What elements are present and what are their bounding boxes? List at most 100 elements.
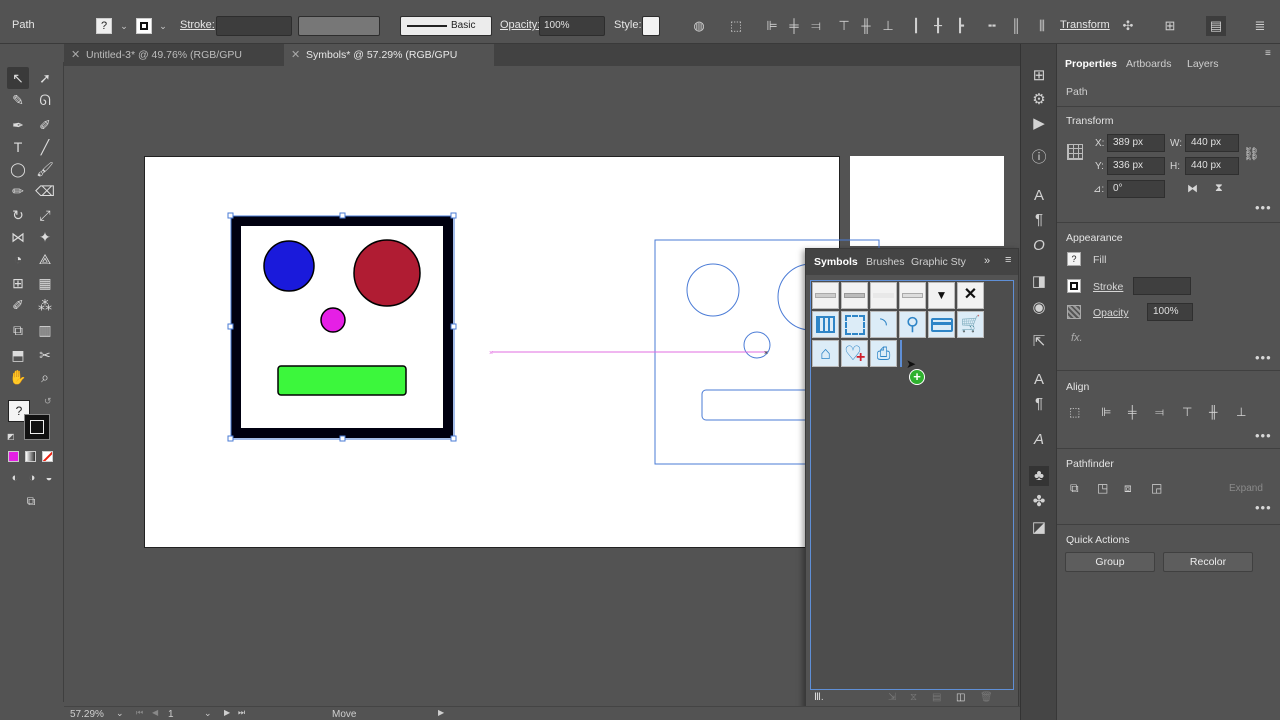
printer-icon[interactable]: ⎙: [870, 340, 897, 367]
export-icon[interactable]: ⇱: [1029, 332, 1049, 352]
align-hcenter-icon[interactable]: ╪: [1128, 405, 1137, 419]
stroke-swatch[interactable]: [1067, 279, 1081, 293]
stroke-weight-input[interactable]: [1133, 277, 1191, 295]
new-symbol-icon[interactable]: ◫: [956, 692, 965, 703]
fill-swatch[interactable]: ?: [1067, 252, 1081, 266]
magnifier-icon[interactable]: ⚲: [899, 311, 926, 338]
opacity-input[interactable]: 100%: [1147, 303, 1193, 321]
recolor-button[interactable]: Recolor: [1163, 552, 1253, 572]
paragraph-icon[interactable]: ¶: [1029, 210, 1049, 230]
x-input[interactable]: 389 px: [1107, 134, 1165, 152]
pathfinder-more-icon[interactable]: •••: [1255, 500, 1272, 515]
home-icon[interactable]: ⌂: [812, 340, 839, 367]
puppet-warp-icon[interactable]: ✣: [1118, 16, 1138, 36]
prev-artboard-icon[interactable]: ◀: [152, 708, 158, 717]
distribute-6-icon[interactable]: ⫼: [1032, 16, 1052, 36]
typekit-icon[interactable]: A: [1029, 430, 1049, 450]
first-artboard-icon[interactable]: ⏮: [136, 708, 143, 718]
fx-button[interactable]: fx.: [1071, 332, 1083, 344]
w-input[interactable]: 440 px: [1185, 134, 1239, 152]
symbol-libraries-icon[interactable]: Ⅲ.: [814, 692, 824, 703]
h-input[interactable]: 440 px: [1185, 157, 1239, 175]
zoom-level[interactable]: 57.29%: [70, 709, 104, 720]
brushes-icon[interactable]: ✤: [1029, 492, 1049, 512]
status-menu-icon[interactable]: ▶: [438, 708, 444, 717]
glyph-icon[interactable]: ¶: [1029, 394, 1049, 414]
panel-menu-icon[interactable]: ≡: [1005, 254, 1011, 266]
place-symbol-icon[interactable]: ⇲: [888, 692, 896, 703]
character-icon[interactable]: A: [1029, 186, 1049, 206]
flip-horizontal-icon[interactable]: ⧓: [1187, 182, 1198, 195]
y-input[interactable]: 336 px: [1107, 157, 1165, 175]
next-artboard-icon[interactable]: ▶: [224, 708, 230, 717]
actions-play-icon[interactable]: ▶: [1029, 114, 1049, 134]
align-bottom-icon[interactable]: ⊥: [1236, 405, 1246, 419]
angle-icon: ⊿:: [1093, 184, 1105, 195]
heart-plus-icon[interactable]: ♡ +: [841, 340, 868, 367]
angle-input[interactable]: 0°: [1107, 180, 1165, 198]
tab-brushes[interactable]: Brushes: [866, 256, 905, 268]
calendar-icon[interactable]: [812, 311, 839, 338]
panel-menu-icon[interactable]: ≡: [1265, 48, 1271, 59]
minus-front-icon[interactable]: ◳: [1097, 481, 1108, 495]
expand-panel-icon[interactable]: »: [984, 255, 990, 267]
tab-symbols[interactable]: Symbols: [814, 256, 858, 268]
break-link-icon[interactable]: ⧖: [910, 692, 917, 703]
align-title: Align: [1066, 381, 1090, 393]
symbol-button-2[interactable]: [841, 282, 868, 309]
panel-menu-icon[interactable]: ≣: [1250, 16, 1270, 36]
appearance-icon[interactable]: ◉: [1029, 298, 1049, 318]
window-icon[interactable]: [841, 311, 868, 338]
align-to-icon[interactable]: ⬚: [1069, 405, 1080, 419]
type-icon[interactable]: A: [1029, 370, 1049, 390]
tab-graphic-styles[interactable]: Graphic Sty: [911, 256, 966, 268]
unite-icon[interactable]: ⧉: [1070, 481, 1079, 496]
delete-symbol-icon[interactable]: 🗑: [980, 692, 993, 703]
shopping-cart-icon[interactable]: 🛒: [957, 311, 984, 338]
stroke-label[interactable]: Stroke: [1093, 281, 1123, 293]
rss-feed-icon[interactable]: ◝: [870, 311, 897, 338]
isolate-icon[interactable]: ⊞: [1160, 16, 1180, 36]
symbols-grid[interactable]: ▼ ✕ ◝ ⚲ 🛒 ⌂ ♡ + ⎙ + ➤: [810, 280, 1014, 690]
align-vcenter-icon[interactable]: ╫: [1209, 405, 1218, 419]
expand-button[interactable]: Expand: [1229, 483, 1263, 494]
reference-point-icon[interactable]: [1067, 144, 1083, 160]
tab-properties[interactable]: Properties: [1065, 58, 1117, 70]
align-more-icon[interactable]: •••: [1255, 428, 1272, 443]
graphic-styles-icon[interactable]: ◪: [1029, 518, 1049, 538]
info-icon[interactable]: ⓘ: [1029, 148, 1049, 168]
zoom-dropdown-icon[interactable]: ⌄: [116, 708, 124, 719]
symbol-button-1[interactable]: [812, 282, 839, 309]
close-x-icon[interactable]: ✕: [957, 282, 984, 309]
tab-layers[interactable]: Layers: [1187, 58, 1219, 70]
flip-vertical-icon[interactable]: ⧗: [1215, 182, 1223, 195]
credit-card-icon[interactable]: [928, 311, 955, 338]
symbol-options-icon[interactable]: ▤: [932, 692, 941, 703]
symbol-button-3[interactable]: [870, 282, 897, 309]
align-right-icon[interactable]: ⫤: [1155, 405, 1164, 420]
opacity-label[interactable]: Opacity: [1093, 307, 1129, 319]
dropdown-arrow-icon[interactable]: ▼: [928, 282, 955, 309]
symbols-club-icon[interactable]: ♣: [1029, 466, 1049, 486]
group-button[interactable]: Group: [1065, 552, 1155, 572]
transform-more-icon[interactable]: •••: [1255, 200, 1272, 215]
opentype-icon[interactable]: O: [1029, 236, 1049, 256]
align-top-icon[interactable]: ⊤: [1182, 405, 1192, 419]
artboard-number[interactable]: 1: [168, 709, 174, 720]
arrange-icon[interactable]: ▤: [1206, 16, 1226, 36]
tab-artboards[interactable]: Artboards: [1126, 58, 1172, 70]
artboard-dropdown-icon[interactable]: ⌄: [204, 708, 212, 719]
symbol-button-4[interactable]: [899, 282, 926, 309]
exclude-icon[interactable]: ◲: [1151, 481, 1162, 495]
constrain-proportions-icon[interactable]: ⛓: [1243, 146, 1260, 162]
settings-gear-icon[interactable]: ⚙: [1029, 90, 1049, 110]
tool-status: Move: [332, 709, 357, 720]
symbols-panel-tabs: Symbols Brushes Graphic Sty » ≡: [806, 249, 1018, 275]
appearance-more-icon[interactable]: •••: [1255, 350, 1272, 365]
transform-link[interactable]: Transform: [1060, 19, 1110, 31]
align-left-icon[interactable]: ⊫: [1101, 405, 1111, 419]
artboards-icon[interactable]: ◨: [1029, 272, 1049, 292]
intersect-icon[interactable]: ⧈: [1124, 481, 1132, 496]
libraries-icon[interactable]: ⊞: [1029, 66, 1049, 86]
last-artboard-icon[interactable]: ⏭: [238, 708, 245, 718]
